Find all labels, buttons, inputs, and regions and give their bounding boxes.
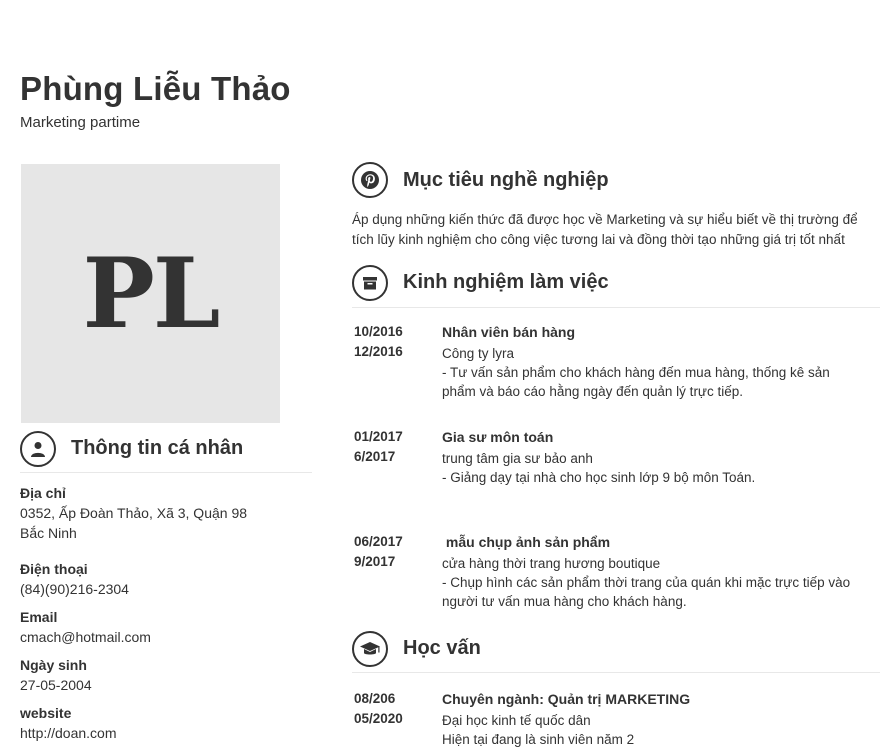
candidate-job-title: Marketing partime: [20, 114, 141, 131]
birthday-block: Ngày sinh 27-05-2004: [20, 655, 310, 695]
archive-box-icon: [352, 264, 388, 301]
email-value: cmach@hotmail.com: [20, 629, 151, 645]
education-note: Hiện tại đang là sinh viên năm 2: [442, 732, 635, 747]
avatar-initials: PL: [82, 237, 221, 350]
experience-start-date: 06/2017: [354, 534, 403, 549]
education-start-date: 08/206: [354, 691, 396, 706]
experience-position: Gia sư môn toán: [442, 429, 554, 445]
address-label: Địa chỉ: [20, 485, 66, 501]
experience-company: trung tâm gia sư bảo anh: [442, 451, 593, 466]
experience-desc-line: phẩm và báo cáo hằng ngày đến quản lý tr…: [442, 384, 743, 399]
objective-header: Mục tiêu nghề nghiệp: [352, 160, 880, 200]
experience-desc-line: - Chụp hình các sản phẩm thời trang của …: [442, 575, 851, 590]
objective-title: Mục tiêu nghề nghiệp: [403, 168, 609, 191]
personal-info-header: Thông tin cá nhân: [20, 430, 312, 473]
experience-desc-line: - Tư vấn sản phẩm cho khách hàng đến mua…: [442, 365, 830, 380]
phone-label: Điện thoại: [20, 561, 88, 577]
experience-dates: 10/2016 12/2016: [354, 322, 434, 362]
phone-value: (84)(90)216-2304: [20, 581, 129, 597]
candidate-name: Phùng Liễu Thảo: [20, 70, 291, 107]
experience-position: Nhân viên bán hàng: [442, 324, 576, 340]
objective-line-1: Áp dụng những kiến thức đã được học về M…: [352, 212, 858, 227]
experience-body: Nhân viên bán hàng Công ty lyra - Tư vấn…: [442, 322, 882, 401]
avatar: PL: [21, 164, 280, 423]
address-line-1: 0352, Ấp Đoàn Thảo, Xã 3, Quận 98: [20, 505, 248, 521]
experience-desc-line: - Giảng dạy tại nhà cho học sinh lớp 9 b…: [442, 470, 756, 485]
birthday-label: Ngày sinh: [20, 657, 87, 673]
website-block: website http://doan.com: [20, 703, 310, 743]
experience-company: cửa hàng thời trang hương boutique: [442, 556, 661, 571]
email-label: Email: [20, 609, 58, 625]
email-block: Email cmach@hotmail.com: [20, 607, 310, 647]
personal-info-title: Thông tin cá nhân: [71, 437, 244, 459]
education-dates: 08/206 05/2020: [354, 689, 434, 729]
birthday-value: 27-05-2004: [20, 677, 92, 693]
graduation-cap-icon: [352, 630, 388, 667]
experience-title: Kinh nghiệm làm việc: [403, 271, 609, 293]
address-line-2: Bắc Ninh: [20, 525, 77, 541]
experience-company: Công ty lyra: [442, 346, 515, 361]
experience-end-date: 12/2016: [354, 344, 403, 359]
experience-desc-line: người tư vấn mua hàng cho khách hàng.: [442, 594, 687, 609]
experience-body: Gia sư môn toán trung tâm gia sư bảo anh…: [442, 427, 882, 487]
education-header: Học vấn: [352, 630, 880, 673]
website-value: http://doan.com: [20, 725, 117, 741]
pinterest-icon: [352, 162, 388, 198]
experience-body: mẫu chụp ảnh sản phẩm cửa hàng thời tran…: [442, 532, 882, 611]
experience-header: Kinh nghiệm làm việc: [352, 264, 880, 308]
cv-page: Phùng Liễu Thảo Marketing partime PL Thô…: [0, 0, 894, 750]
user-icon: [20, 430, 56, 467]
experience-end-date: 6/2017: [354, 449, 396, 464]
experience-start-date: 01/2017: [354, 429, 403, 444]
education-body: Chuyên ngành: Quản trị MARKETING Đại học…: [442, 689, 882, 749]
address-block: Địa chỉ 0352, Ấp Đoàn Thảo, Xã 3, Quận 9…: [20, 483, 310, 543]
education-title: Học vấn: [403, 637, 481, 659]
website-label: website: [20, 705, 72, 721]
experience-end-date: 9/2017: [354, 554, 396, 569]
experience-dates: 06/2017 9/2017: [354, 532, 434, 572]
objective-line-2: tích lũy kinh nghiệm cho công việc tương…: [352, 232, 845, 247]
experience-start-date: 10/2016: [354, 324, 403, 339]
phone-block: Điện thoại (84)(90)216-2304: [20, 559, 310, 599]
education-end-date: 05/2020: [354, 711, 403, 726]
experience-dates: 01/2017 6/2017: [354, 427, 434, 467]
objective-text: Áp dụng những kiến thức đã được học về M…: [352, 210, 882, 250]
education-major: Chuyên ngành: Quản trị MARKETING: [442, 691, 691, 707]
experience-position: mẫu chụp ảnh sản phẩm: [442, 534, 611, 550]
education-school: Đại học kinh tế quốc dân: [442, 713, 591, 728]
